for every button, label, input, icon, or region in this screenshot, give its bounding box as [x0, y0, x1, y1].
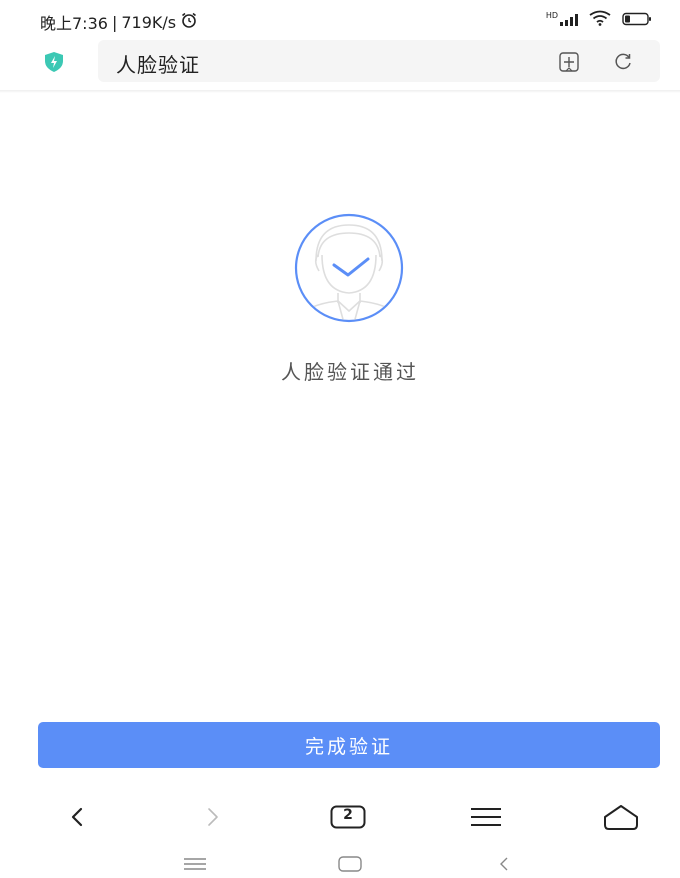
status-net-speed: 719K/s	[121, 12, 177, 32]
battery-icon	[622, 11, 652, 30]
status-time: 晚上7:36	[40, 14, 108, 33]
add-bookmark-icon[interactable]	[558, 51, 580, 73]
alarm-icon	[180, 11, 198, 33]
recents-icon[interactable]	[180, 854, 210, 874]
status-bar: 晚上7:36 | 719K/s HD	[0, 0, 680, 38]
face-verified-icon	[256, 213, 442, 325]
menu-icon[interactable]	[466, 800, 506, 834]
wifi-icon	[588, 10, 612, 30]
browser-toolbar: 2	[0, 790, 680, 846]
status-right: HD	[546, 10, 652, 30]
home-icon[interactable]	[600, 800, 642, 834]
back-arrow-icon[interactable]	[60, 800, 94, 834]
system-nav-bar	[0, 848, 680, 878]
forward-arrow-icon[interactable]	[196, 800, 230, 834]
tabs-icon[interactable]: 2	[328, 800, 368, 834]
status-left: 晚上7:36 | 719K/s	[40, 10, 198, 34]
complete-verification-button[interactable]: 完成验证	[38, 722, 660, 768]
status-separator: |	[111, 12, 118, 32]
back-nav-icon[interactable]	[492, 854, 516, 874]
refresh-icon[interactable]	[612, 51, 634, 73]
verification-result-text: 人脸验证通过	[281, 360, 419, 384]
url-field[interactable]: 人脸验证	[98, 40, 660, 82]
page-title: 人脸验证	[116, 53, 200, 77]
signal-icon: HD	[545, 11, 578, 26]
home-nav-icon[interactable]	[336, 854, 364, 874]
tab-count: 2	[343, 807, 353, 823]
signal-hd-label: HD	[545, 11, 558, 20]
address-bar: 人脸验证	[0, 38, 680, 88]
shield-icon[interactable]	[42, 50, 66, 74]
header-divider	[0, 90, 680, 93]
